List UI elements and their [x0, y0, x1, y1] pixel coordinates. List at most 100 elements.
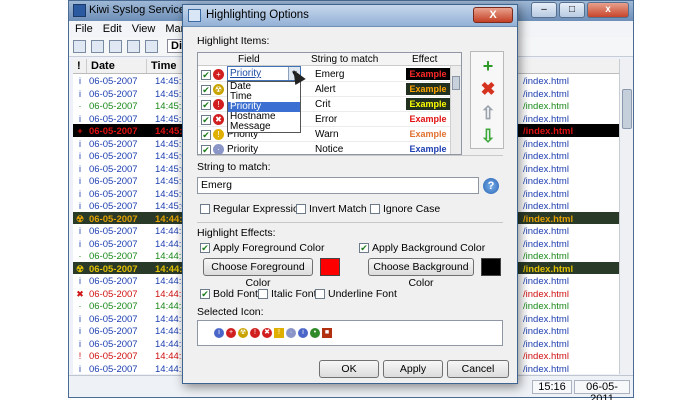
item-enabled-checkbox[interactable]: ✔ — [201, 85, 211, 95]
item-effect-preview: Example — [406, 68, 450, 80]
choose-foreground-color-button[interactable]: Choose Foreground Color — [203, 258, 313, 289]
checkbox-box[interactable] — [370, 204, 380, 214]
dialog-close-button[interactable]: X — [473, 7, 513, 23]
col-effect: Effect — [412, 54, 438, 65]
info-icon[interactable]: i — [214, 328, 224, 338]
move-down-button[interactable]: ⇩ — [478, 126, 498, 146]
priority-icon: ☢ — [213, 84, 224, 95]
checkbox-checked[interactable]: ✔ — [359, 243, 369, 253]
item-enabled-checkbox[interactable]: ✔ — [201, 70, 211, 80]
grid-scrollbar[interactable] — [619, 59, 633, 374]
grid-scroll-thumb[interactable] — [622, 89, 632, 129]
warning-icon[interactable]: ! — [274, 328, 284, 338]
apply-background-label: Apply Background Color — [372, 242, 486, 254]
invert-match-label: Invert Match — [309, 203, 367, 215]
string-to-match-input[interactable]: Emerg — [197, 177, 479, 194]
row-date: 06-05-2007 — [89, 363, 138, 375]
selected-icon-picker[interactable]: i + ☢ ! ✖ ! · i • ■ — [197, 320, 503, 346]
menu-view[interactable]: View — [132, 21, 156, 37]
item-action-panel: + ✖ ⇧ ⇩ — [470, 51, 504, 149]
italic-font-checkbox[interactable]: Italic Font — [258, 288, 318, 301]
regular-expression-label: Regular Expression — [213, 203, 305, 215]
menu-file[interactable]: File — [75, 21, 93, 37]
add-item-button[interactable]: + — [478, 56, 498, 76]
item-enabled-checkbox[interactable]: ✔ — [201, 115, 211, 125]
priority-icon: ! — [213, 99, 224, 110]
apply-background-checkbox[interactable]: ✔ Apply Background Color — [359, 242, 485, 255]
alarm-icon[interactable] — [127, 40, 140, 53]
apply-button[interactable]: Apply — [383, 360, 443, 378]
row-message: /index.html — [523, 363, 569, 375]
item-effect-preview: Example — [406, 98, 450, 110]
highlight-item-row[interactable]: ✔ · Priority Notice Example — [198, 142, 461, 155]
underline-font-checkbox[interactable]: Underline Font — [315, 288, 397, 301]
maximize-button[interactable]: □ — [559, 2, 585, 18]
highlight-window-icon — [188, 9, 201, 22]
foreground-color-swatch[interactable] — [320, 258, 340, 276]
checkbox-box[interactable] — [258, 289, 268, 299]
underline-font-label: Underline Font — [328, 288, 397, 300]
cancel-button[interactable]: Cancel — [447, 360, 509, 378]
separator — [197, 155, 503, 156]
checkbox-checked[interactable]: ✔ — [200, 243, 210, 253]
checkbox-box[interactable] — [200, 204, 210, 214]
col-priority-icon[interactable]: ! — [73, 59, 87, 73]
hazard-icon[interactable]: ☢ — [238, 328, 248, 338]
string-to-match-label: String to match: — [197, 161, 271, 173]
minimize-button[interactable]: – — [531, 2, 557, 18]
separator — [197, 222, 503, 223]
ignore-case-checkbox[interactable]: Ignore Case — [370, 203, 440, 216]
highlight-items-label: Highlight Items: — [197, 35, 270, 47]
status-time: 15:16 — [532, 380, 572, 394]
menu-edit[interactable]: Edit — [103, 21, 122, 37]
item-effect-preview: Example — [406, 143, 450, 154]
priority-icon: i — [79, 363, 81, 374]
help-icon[interactable]: ? — [483, 178, 499, 194]
clear-display-icon[interactable] — [73, 40, 86, 53]
choose-background-color-button[interactable]: Choose Background Color — [368, 258, 474, 289]
checkbox-checked[interactable]: ✔ — [200, 289, 210, 299]
highlight-table-scrollbar[interactable] — [450, 66, 461, 154]
item-enabled-checkbox[interactable]: ✔ — [201, 100, 211, 110]
checkbox-box[interactable] — [315, 289, 325, 299]
critical-icon[interactable]: ! — [250, 328, 260, 338]
checkbox-box[interactable] — [296, 204, 306, 214]
custom-icon[interactable]: ■ — [322, 328, 332, 338]
emergency-icon[interactable]: + — [226, 328, 236, 338]
delete-item-button[interactable]: ✖ — [478, 79, 498, 99]
col-string-to-match: String to match — [311, 54, 379, 65]
apply-foreground-checkbox[interactable]: ✔ Apply Foreground Color — [200, 242, 324, 255]
field-combobox-value: Priority — [230, 68, 262, 79]
highlight-effects-label: Highlight Effects: — [197, 227, 276, 239]
dialog-title: Highlighting Options — [206, 9, 309, 21]
highlight-table-header: Field String to match Effect — [198, 53, 461, 66]
item-enabled-checkbox[interactable]: ✔ — [201, 145, 211, 154]
setup-icon[interactable] — [91, 40, 104, 53]
move-up-button[interactable]: ⇧ — [478, 103, 498, 123]
bold-font-checkbox[interactable]: ✔ Bold Font — [200, 288, 258, 301]
item-string: Alert — [315, 84, 336, 95]
priority-icon: ✖ — [213, 114, 224, 125]
notice-icon[interactable]: · — [286, 328, 296, 338]
item-string: Crit — [315, 99, 331, 110]
dropdown-option[interactable]: Message — [228, 122, 300, 132]
status-date: 06-05-2011 — [574, 380, 630, 400]
log-view-icon[interactable] — [109, 40, 122, 53]
dialog-title-bar[interactable]: Highlighting Options X — [183, 5, 517, 27]
regular-expression-checkbox[interactable]: Regular Expression — [200, 203, 305, 216]
item-string: Warn — [315, 129, 339, 140]
item-enabled-checkbox[interactable]: ✔ — [201, 130, 211, 140]
monitor-icon[interactable] — [145, 40, 158, 53]
invert-match-checkbox[interactable]: Invert Match — [296, 203, 367, 216]
item-field: Priority — [227, 144, 259, 155]
ok-button[interactable]: OK — [319, 360, 379, 378]
debug-icon[interactable]: i — [298, 328, 308, 338]
item-effect-preview: Example — [406, 83, 450, 95]
bug-icon[interactable]: • — [310, 328, 320, 338]
background-color-swatch[interactable] — [481, 258, 501, 276]
highlighting-options-dialog: Highlighting Options X Highlight Items: … — [182, 4, 518, 384]
close-window-button[interactable]: x — [587, 2, 629, 18]
highlight-scroll-thumb[interactable] — [452, 76, 460, 90]
error-icon[interactable]: ✖ — [262, 328, 272, 338]
col-date[interactable]: Date — [87, 59, 147, 73]
